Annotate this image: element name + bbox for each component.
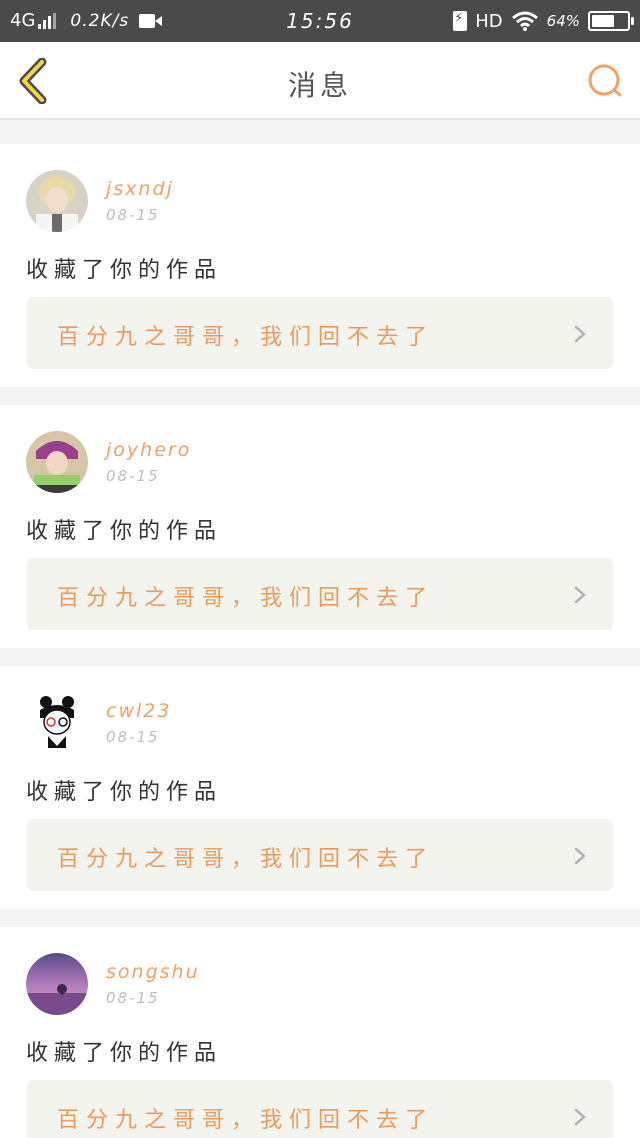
work-link[interactable]: 百分九之哥哥，我们回不去了 xyxy=(27,558,613,630)
work-link[interactable]: 百分九之哥哥，我们回不去了 xyxy=(27,297,613,369)
message-date: 08-15 xyxy=(106,989,160,1007)
avatar[interactable] xyxy=(26,170,88,232)
battery-percent: 64% xyxy=(546,12,580,30)
action-text: 收藏了你的作品 xyxy=(26,780,223,805)
chevron-right-icon xyxy=(574,847,586,865)
action-text: 收藏了你的作品 xyxy=(26,258,223,283)
message-card: joyhero 08-15 收藏了你的作品 百分九之哥哥，我们回不去了 xyxy=(0,405,640,648)
nav-bar: 消息 xyxy=(0,42,640,120)
battery-fill xyxy=(592,15,614,27)
work-title: 百分九之哥哥，我们回不去了 xyxy=(57,847,435,872)
username[interactable]: jsxndj xyxy=(106,178,174,200)
message-date: 08-15 xyxy=(106,206,160,224)
avatar[interactable] xyxy=(26,431,88,493)
work-title: 百分九之哥哥，我们回不去了 xyxy=(57,586,435,611)
username[interactable]: songshu xyxy=(106,961,200,983)
work-link[interactable]: 百分九之哥哥，我们回不去了 xyxy=(27,1080,613,1138)
status-bar: 4G 0.2K/s 15:56 HD 64% xyxy=(0,0,640,42)
message-date: 08-15 xyxy=(106,728,160,746)
message-card: jsxndj 08-15 收藏了你的作品 百分九之哥哥，我们回不去了 xyxy=(0,144,640,387)
avatar[interactable] xyxy=(26,692,88,754)
username[interactable]: joyhero xyxy=(106,439,191,461)
message-date: 08-15 xyxy=(106,467,160,485)
message-card: cwl23 08-15 收藏了你的作品 百分九之哥哥，我们回不去了 xyxy=(0,666,640,909)
page-title: 消息 xyxy=(287,69,352,102)
action-text: 收藏了你的作品 xyxy=(26,1041,223,1066)
message-card: songshu 08-15 收藏了你的作品 百分九之哥哥，我们回不去了 xyxy=(0,927,640,1138)
work-link[interactable]: 百分九之哥哥，我们回不去了 xyxy=(27,819,613,891)
work-title: 百分九之哥哥，我们回不去了 xyxy=(57,1108,435,1133)
search-icon[interactable] xyxy=(586,62,624,100)
action-text: 收藏了你的作品 xyxy=(26,519,223,544)
charging-icon xyxy=(453,11,468,31)
wifi-icon xyxy=(511,11,538,31)
hd-label: HD xyxy=(475,10,503,32)
chevron-right-icon xyxy=(574,1108,586,1126)
avatar[interactable] xyxy=(26,953,88,1015)
status-right: HD 64% xyxy=(453,10,634,32)
work-title: 百分九之哥哥，我们回不去了 xyxy=(57,325,435,350)
battery-icon xyxy=(588,11,634,31)
chevron-right-icon xyxy=(574,325,586,343)
chevron-right-icon xyxy=(574,586,586,604)
username[interactable]: cwl23 xyxy=(106,700,171,722)
